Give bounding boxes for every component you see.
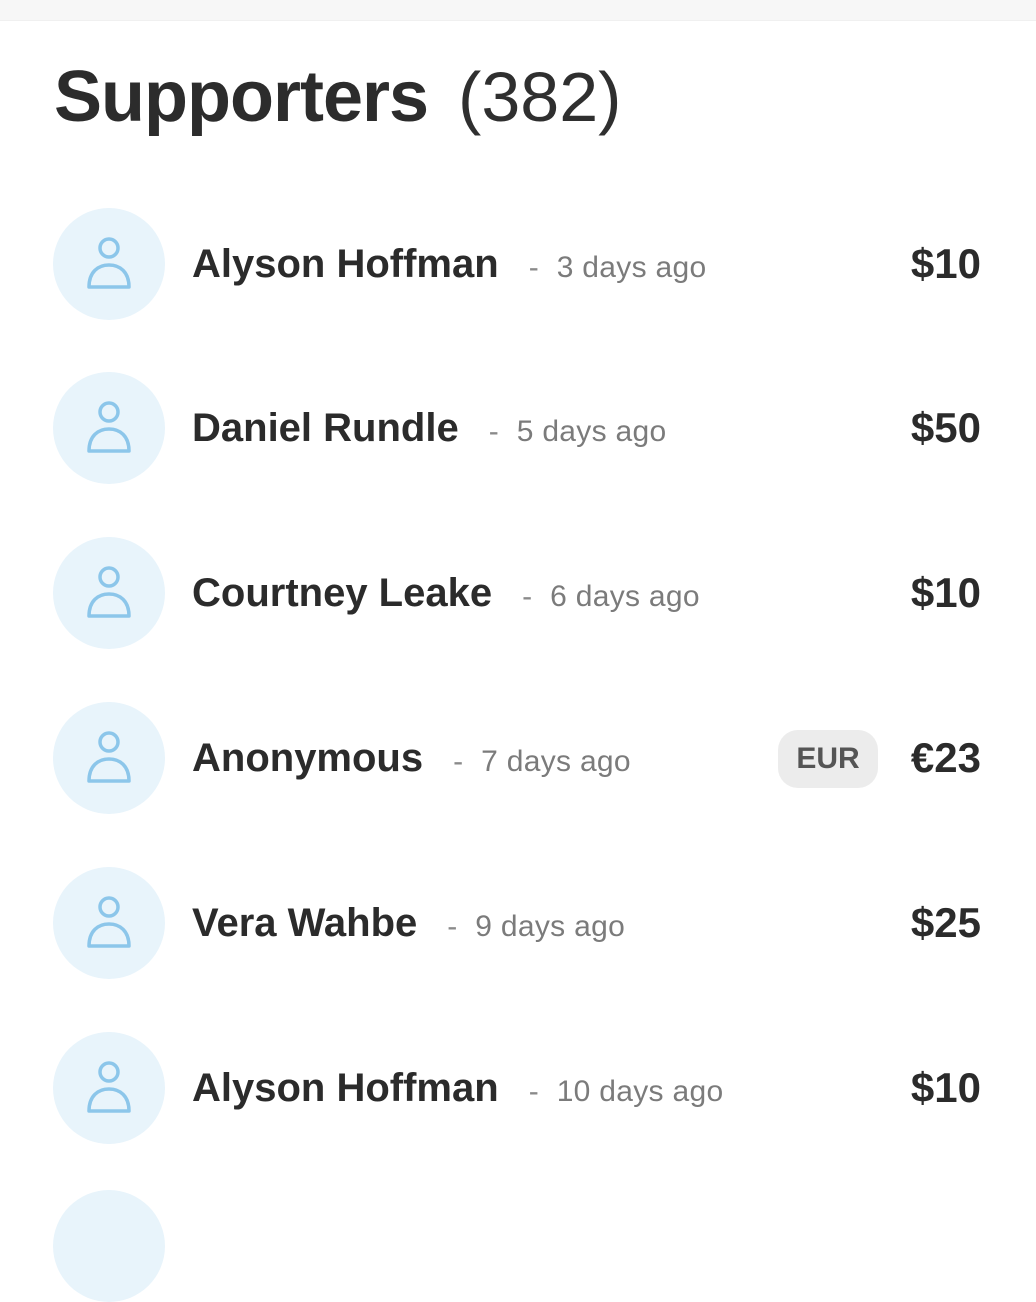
supporter-amount: $25: [910, 899, 981, 946]
avatar: [53, 537, 165, 649]
supporter-row[interactable]: Vera Wahbe - 9 days ago $25: [0, 863, 1036, 983]
supporter-time: 6 days ago: [550, 580, 700, 613]
supporter-row[interactable]: Anonymous - 7 days ago EUR €23: [0, 698, 1036, 818]
avatar: [53, 702, 165, 814]
supporter-amount: $10: [910, 240, 981, 287]
supporter-time: 3 days ago: [556, 251, 707, 284]
currency-badge: EUR: [778, 730, 878, 788]
user-icon: [87, 237, 131, 289]
supporter-time: 5 days ago: [516, 415, 667, 448]
supporter-name: Daniel Rundle: [192, 406, 459, 450]
supporter-time: 7 days ago: [481, 745, 631, 778]
user-icon: [87, 401, 131, 453]
supporter-amount: €23: [910, 734, 981, 781]
supporter-amount: $10: [910, 569, 981, 616]
supporter-name: Vera Wahbe: [192, 901, 418, 945]
supporter-name: Alyson Hoffman: [192, 1066, 499, 1110]
separator: -: [528, 251, 539, 284]
user-icon: [87, 896, 131, 948]
user-icon: [87, 566, 131, 618]
user-icon: [87, 731, 131, 783]
separator: -: [528, 1075, 539, 1108]
supporter-row[interactable]: Courtney Leake - 6 days ago $10: [0, 533, 1036, 653]
supporter-name: Courtney Leake: [192, 571, 493, 615]
separator: -: [488, 415, 499, 448]
supporters-list: Alyson Hoffman - 3 days ago $10 Daniel R…: [0, 0, 1036, 1302]
avatar: [53, 208, 165, 320]
avatar: [53, 372, 165, 484]
supporter-name: Alyson Hoffman: [192, 242, 499, 286]
separator: -: [453, 745, 464, 778]
user-icon: [87, 1061, 131, 1113]
supporter-time: 9 days ago: [475, 910, 626, 943]
supporter-amount: $50: [910, 404, 981, 451]
supporter-row[interactable]: Daniel Rundle - 5 days ago $50: [0, 368, 1036, 488]
supporter-row[interactable]: Alyson Hoffman - 3 days ago $10: [0, 204, 1036, 324]
avatar: [53, 1032, 165, 1144]
supporter-amount: $10: [910, 1064, 981, 1111]
separator: -: [522, 580, 533, 613]
separator: -: [447, 910, 458, 943]
supporter-time: 10 days ago: [556, 1075, 724, 1108]
supporter-name: Anonymous: [192, 736, 424, 780]
supporter-row[interactable]: Alyson Hoffman - 10 days ago $10: [0, 1028, 1036, 1148]
avatar: [53, 867, 165, 979]
avatar: [53, 1190, 165, 1302]
